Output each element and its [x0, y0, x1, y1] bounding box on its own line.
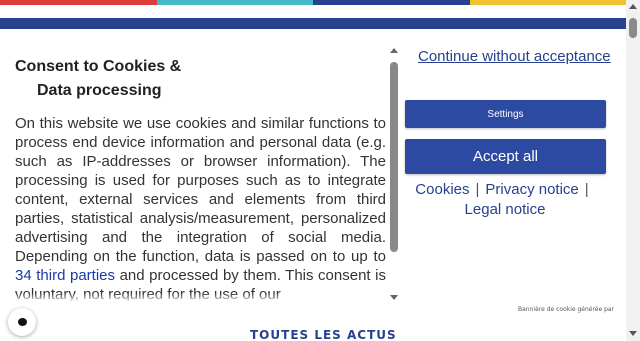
floating-round-button[interactable] [8, 308, 36, 336]
consent-title-line1: Consent to Cookies & [15, 58, 182, 75]
consent-scroll-up-icon[interactable] [390, 48, 398, 53]
text-fade-overlay [15, 293, 386, 303]
third-parties-link[interactable]: 34 third parties [15, 267, 115, 284]
consent-scrollbar[interactable] [388, 48, 400, 300]
page-scrollbar[interactable] [626, 0, 640, 341]
privacy-notice-link[interactable]: Privacy notice [485, 181, 578, 198]
all-news-link[interactable]: TOUTES LES ACTUS [250, 328, 397, 341]
consent-scrollbar-thumb[interactable] [390, 62, 398, 252]
consent-scroll-down-icon[interactable] [390, 295, 398, 300]
policy-links: Cookies | Privacy notice | Legal notice [400, 180, 610, 220]
consent-description: On this website we use cookies and simil… [15, 114, 386, 301]
scroll-down-arrow-icon[interactable] [629, 331, 637, 336]
consent-actions-panel: Continue without acceptance Settings Acc… [400, 38, 626, 323]
banner-generated-by: Bannière de cookie générée par [518, 306, 615, 313]
link-separator: | [475, 181, 480, 198]
consent-text-panel: Consent to Cookies & Data processing On … [15, 38, 386, 301]
consent-body-part1: On this website we use cookies and simil… [15, 115, 386, 265]
link-separator: | [584, 181, 589, 198]
legal-notice-link[interactable]: Legal notice [465, 201, 546, 218]
cookie-icon [18, 318, 27, 326]
consent-title: Consent to Cookies & Data processing [15, 55, 386, 103]
cookies-link[interactable]: Cookies [415, 181, 469, 198]
page-scrollbar-thumb[interactable] [629, 18, 637, 38]
accept-all-button[interactable]: Accept all [405, 139, 606, 174]
page-header-bar [0, 18, 626, 29]
scroll-up-arrow-icon[interactable] [629, 4, 637, 9]
consent-title-line2: Data processing [37, 82, 162, 99]
settings-button[interactable]: Settings [405, 100, 606, 128]
cookie-consent-dialog: Consent to Cookies & Data processing On … [0, 38, 626, 323]
continue-without-acceptance-link[interactable]: Continue without acceptance [418, 48, 611, 65]
